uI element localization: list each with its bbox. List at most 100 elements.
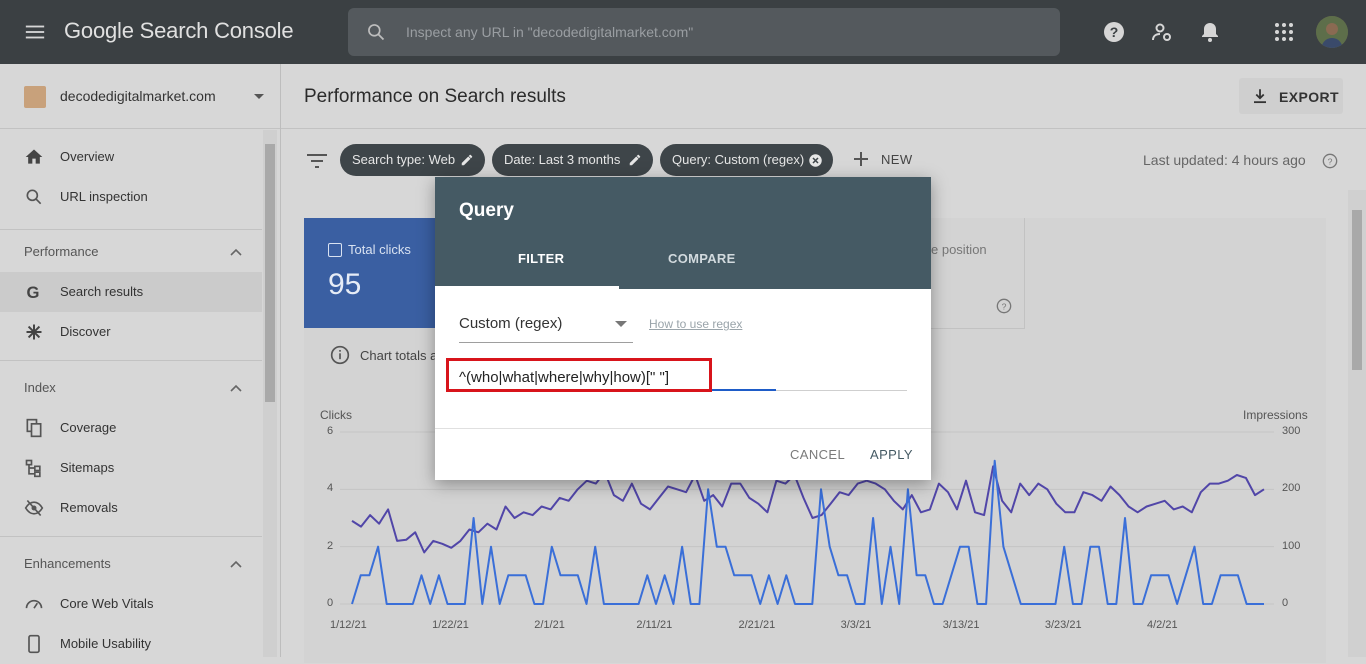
sidebar-item-overview[interactable]: Overview bbox=[0, 137, 262, 177]
help-icon[interactable]: ? bbox=[1102, 20, 1126, 44]
section-index[interactable]: Index bbox=[0, 368, 262, 408]
chip-query[interactable]: Query: Custom (regex) bbox=[660, 144, 833, 176]
sidebar-scrollbar[interactable] bbox=[263, 130, 277, 657]
sidebar-item-removals[interactable]: Removals bbox=[0, 488, 262, 528]
metric-label: Total clicks bbox=[348, 242, 411, 257]
sidebar-item-sitemaps[interactable]: Sitemaps bbox=[0, 448, 262, 488]
metric-total-clicks[interactable]: Total clicks 95 bbox=[304, 218, 436, 328]
svg-text:?: ? bbox=[1002, 301, 1007, 311]
sidebar-item-discover[interactable]: Discover bbox=[0, 312, 262, 352]
new-filter-button[interactable]: NEW bbox=[853, 151, 912, 172]
help-outline-icon[interactable]: ? bbox=[996, 298, 1012, 314]
scrollbar-thumb[interactable] bbox=[1352, 210, 1362, 370]
x-axis-tick: 3/13/21 bbox=[942, 619, 980, 631]
sidebar-item-label: URL inspection bbox=[60, 189, 148, 204]
x-axis-tick: 1/12/21 bbox=[330, 619, 367, 631]
new-label: NEW bbox=[881, 152, 913, 167]
left-axis-tick: 2 bbox=[327, 539, 334, 552]
last-updated: Last updated: 4 hours ago bbox=[1143, 152, 1306, 168]
chip-search-type[interactable]: Search type: Web bbox=[340, 144, 485, 176]
sidebar-item-label: Coverage bbox=[60, 420, 117, 435]
sidebar-item-label: Search results bbox=[60, 284, 144, 299]
url-inspect-search[interactable]: Inspect any URL in "decodedigitalmarket.… bbox=[348, 8, 1060, 56]
hamburger-menu-icon[interactable] bbox=[24, 20, 46, 44]
edit-pencil-icon[interactable] bbox=[628, 153, 642, 167]
apply-button[interactable]: APPLY bbox=[870, 447, 913, 462]
copy-icon bbox=[26, 418, 42, 438]
user-avatar[interactable] bbox=[1316, 16, 1348, 48]
main-scrollbar[interactable] bbox=[1348, 190, 1366, 657]
chip-label: Query: Custom (regex) bbox=[672, 152, 805, 167]
left-axis-tick: 6 bbox=[327, 425, 334, 437]
x-axis-tick: 2/11/21 bbox=[636, 619, 673, 631]
right-axis-tick: 100 bbox=[1282, 539, 1301, 552]
active-tab-indicator bbox=[435, 286, 619, 289]
edit-pencil-icon[interactable] bbox=[460, 153, 474, 167]
filter-icon[interactable] bbox=[307, 153, 327, 169]
app-logo[interactable]: Google Search Console bbox=[64, 18, 294, 44]
apps-grid-icon[interactable] bbox=[1272, 20, 1296, 44]
export-button[interactable]: EXPORT bbox=[1239, 78, 1343, 114]
top-app-bar: Google Search Console Inspect any URL in… bbox=[0, 0, 1366, 64]
section-title: Enhancements bbox=[24, 556, 111, 571]
left-axis-tick: 0 bbox=[327, 597, 334, 609]
sidebar-item-coverage[interactable]: Coverage bbox=[0, 408, 262, 448]
close-circle-icon[interactable] bbox=[808, 153, 823, 168]
how-to-use-regex-link[interactable]: How to use regex bbox=[649, 317, 742, 331]
checkbox[interactable] bbox=[328, 243, 342, 257]
phone-icon bbox=[28, 634, 40, 654]
sidebar-item-mobile-usability[interactable]: Mobile Usability bbox=[0, 624, 262, 664]
section-title: Index bbox=[24, 380, 56, 395]
search-placeholder[interactable]: Inspect any URL in "decodedigitalmarket.… bbox=[406, 24, 693, 40]
dropdown-arrow-icon[interactable] bbox=[615, 321, 627, 327]
right-axis-title: Impressions bbox=[1243, 408, 1308, 422]
sidebar-item-core-web-vitals[interactable]: Core Web Vitals bbox=[0, 584, 262, 624]
speedometer-icon bbox=[25, 599, 43, 609]
regex-field[interactable] bbox=[459, 366, 907, 391]
select-value: Custom (regex) bbox=[459, 315, 563, 332]
x-axis-tick: 4/2/21 bbox=[1147, 619, 1178, 631]
section-performance[interactable]: Performance bbox=[0, 232, 262, 272]
page-header: Performance on Search results EXPORT bbox=[281, 64, 1366, 129]
search-icon bbox=[368, 24, 385, 41]
chevron-up-icon[interactable] bbox=[230, 248, 242, 256]
dialog-header: Query FILTER COMPARE bbox=[435, 177, 931, 289]
divider bbox=[0, 229, 262, 230]
chevron-down-icon[interactable] bbox=[254, 94, 264, 99]
chip-date[interactable]: Date: Last 3 months bbox=[492, 144, 653, 176]
svg-text:?: ? bbox=[1110, 24, 1119, 40]
x-axis-tick: 2/1/21 bbox=[534, 619, 565, 631]
sidebar-item-search-results[interactable]: G Search results bbox=[0, 272, 262, 312]
dialog-title: Query bbox=[459, 200, 514, 221]
chip-label: Search type: Web bbox=[352, 152, 456, 167]
asterisk-icon bbox=[26, 324, 42, 340]
sidebar-item-url-inspection[interactable]: URL inspection bbox=[0, 177, 262, 217]
download-icon bbox=[1254, 89, 1266, 104]
cancel-button[interactable]: CANCEL bbox=[790, 447, 845, 462]
property-name[interactable]: decodedigitalmarket.com bbox=[60, 88, 216, 104]
x-axis-tick: 2/21/21 bbox=[738, 619, 776, 631]
query-filter-dialog: Query FILTER COMPARE Custom (regex) How … bbox=[435, 177, 931, 480]
regex-input[interactable] bbox=[459, 366, 899, 388]
chevron-up-icon[interactable] bbox=[230, 560, 242, 568]
divider bbox=[0, 536, 262, 537]
help-outline-icon[interactable]: ? bbox=[1322, 153, 1338, 169]
property-selector[interactable]: decodedigitalmarket.com bbox=[0, 64, 280, 129]
chevron-up-icon[interactable] bbox=[230, 384, 242, 392]
sidebar-item-label: Mobile Usability bbox=[60, 636, 152, 651]
info-icon bbox=[330, 345, 350, 365]
home-icon bbox=[25, 149, 43, 164]
tab-compare[interactable]: COMPARE bbox=[668, 251, 736, 266]
notifications-bell-icon[interactable] bbox=[1198, 20, 1222, 44]
match-type-select[interactable]: Custom (regex) bbox=[459, 308, 633, 343]
section-enhancements[interactable]: Enhancements bbox=[0, 544, 262, 584]
sidebar-item-label: Sitemaps bbox=[60, 460, 115, 475]
x-axis-tick: 3/3/21 bbox=[840, 619, 872, 631]
tab-filter[interactable]: FILTER bbox=[518, 251, 564, 266]
user-settings-icon[interactable] bbox=[1150, 20, 1174, 44]
chart-note: Chart totals a bbox=[330, 345, 437, 370]
chip-label: Date: Last 3 months bbox=[504, 152, 621, 167]
scrollbar-thumb[interactable] bbox=[265, 144, 275, 402]
svg-text:G: G bbox=[27, 283, 40, 302]
right-axis-tick: 200 bbox=[1282, 482, 1301, 495]
